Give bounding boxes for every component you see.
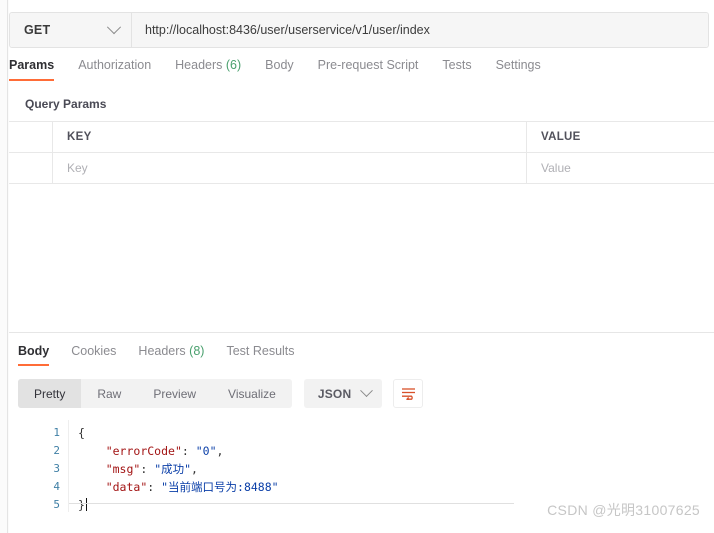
column-header-key: KEY [67,131,92,143]
line-number: 4 [53,480,60,493]
response-panel-divider [9,332,714,333]
word-wrap-icon [401,388,415,400]
postman-window: GET http://localhost:8436/user/userservi… [0,0,714,533]
response-tab-test-results-label: Test Results [226,344,295,358]
response-tab-body[interactable]: Body [18,344,50,366]
json-value-errorCode: "0" [195,444,217,458]
row-checkbox-cell[interactable] [9,153,53,183]
json-value-data: "当前端口号为:8488" [161,480,279,494]
tab-params[interactable]: Params [9,58,55,81]
wrap-lines-button[interactable] [393,379,424,408]
response-tab-headers-count: (8) [189,344,205,358]
view-visualize-button[interactable]: Visualize [212,379,292,408]
line-number: 1 [53,426,60,439]
line-number: 2 [53,444,60,457]
response-view-segmented-control: Pretty Raw Preview Visualize [18,379,292,408]
tab-headers-count: (6) [225,58,242,72]
chevron-down-icon [106,20,122,35]
line-number: 5 [53,498,60,511]
editor-bottom-border [69,503,514,504]
tab-params-label: Params [9,58,55,72]
response-tab-headers-label: Headers [138,344,186,358]
header-value-cell: VALUE [527,122,714,152]
json-key-data: "data" [105,480,148,494]
view-preview-button[interactable]: Preview [137,379,212,408]
response-tab-body-label: Body [18,344,50,358]
row-key-cell[interactable]: Key [53,153,527,183]
response-tab-headers[interactable]: Headers (8) [138,344,204,366]
line-number: 3 [53,462,60,475]
request-tab-bar: Params Authorization Headers (6) Body Pr… [9,58,714,88]
query-params-title: Query Params [25,97,107,111]
tab-settings-label: Settings [495,58,541,72]
tab-tests-label: Tests [442,58,472,72]
tab-body-label: Body [265,58,294,72]
table-header-row: KEY VALUE [9,122,714,153]
json-value-msg: "成功" [154,462,192,476]
header-key-cell: KEY [53,122,527,152]
response-format-label: JSON [317,386,352,401]
http-method-select[interactable]: GET [10,13,132,47]
response-format-select[interactable]: JSON [303,379,383,408]
response-tab-bar: Body Cookies Headers (8) Test Results [18,344,317,366]
url-input[interactable]: http://localhost:8436/user/userservice/v… [132,13,708,47]
json-code-area[interactable]: { "errorCode": "0", "msg": "成功", "data":… [69,420,714,512]
query-params-table: KEY VALUE Key Value [9,121,714,184]
tab-settings[interactable]: Settings [496,58,541,81]
http-method-label: GET [24,23,51,37]
response-tab-cookies[interactable]: Cookies [71,344,116,366]
json-key-errorCode: "errorCode" [105,444,182,458]
tab-headers-label: Headers [175,58,223,72]
response-tab-test-results[interactable]: Test Results [226,344,294,366]
code-line-2: "errorCode": "0", [105,444,224,458]
response-view-toolbar: Pretty Raw Preview Visualize JSON [18,379,424,408]
response-tab-cookies-label: Cookies [71,344,117,358]
code-line-1: { [78,426,85,440]
line-number-gutter: 1 2 3 4 5 [9,420,69,512]
code-line-3: "msg": "成功", [105,462,198,476]
response-body-editor[interactable]: 1 2 3 4 5 { "errorCode": "0", "msg": "成功… [9,420,714,512]
url-bar: GET http://localhost:8436/user/userservi… [9,12,709,48]
json-key-msg: "msg" [105,462,141,476]
tab-body[interactable]: Body [265,58,294,81]
view-visualize-label: Visualize [228,386,276,401]
view-preview-label: Preview [153,386,197,401]
watermark: CSDN @光明31007625 [547,502,700,518]
tab-authorization[interactable]: Authorization [78,58,151,81]
chevron-down-icon [360,384,374,398]
tab-authorization-label: Authorization [78,58,152,72]
tab-headers[interactable]: Headers (6) [175,58,241,81]
view-pretty-button[interactable]: Pretty [18,379,82,408]
tab-pre-request-script-label: Pre-request Script [317,58,419,72]
value-input-placeholder: Value [541,161,571,175]
key-input-placeholder: Key [67,161,88,175]
left-gutter [0,0,8,533]
view-raw-label: Raw [97,386,122,401]
view-raw-button[interactable]: Raw [81,379,137,408]
view-pretty-label: Pretty [34,386,66,401]
tab-pre-request-script[interactable]: Pre-request Script [318,58,419,81]
row-value-cell[interactable]: Value [527,153,714,183]
table-row[interactable]: Key Value [9,153,714,184]
header-checkbox-cell [9,122,53,152]
code-line-4: "data": "当前端口号为:8488" [105,480,279,494]
text-cursor [85,498,88,511]
tab-tests[interactable]: Tests [442,58,471,81]
column-header-value: VALUE [541,131,581,143]
